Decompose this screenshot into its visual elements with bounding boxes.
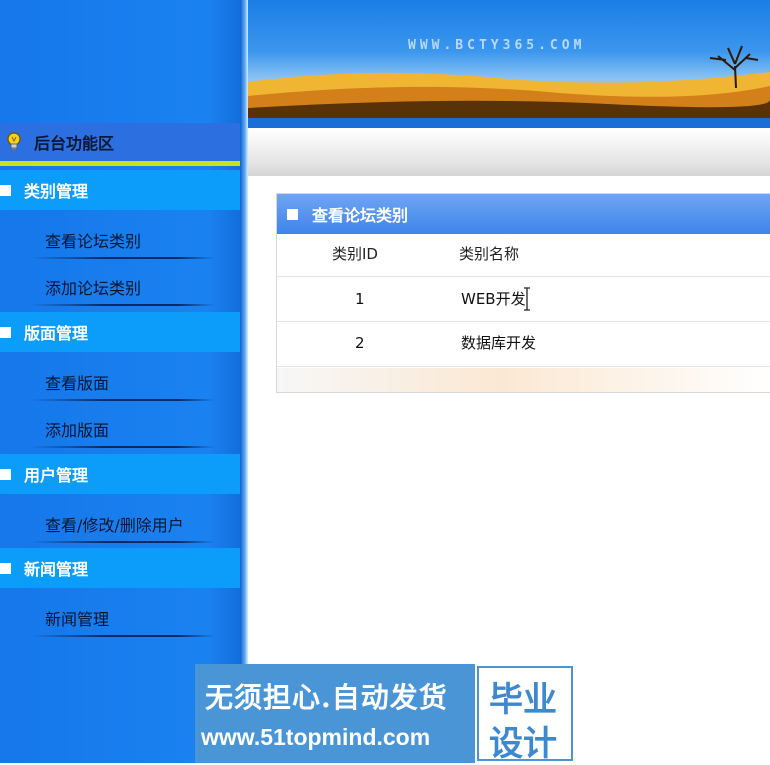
cell-category-name: WEB开发 — [461, 290, 526, 308]
sub-banner-bar — [248, 128, 770, 176]
divider — [30, 635, 215, 637]
section-label: 用户管理 — [24, 466, 89, 485]
sidebar-item-label: 添加版面 — [45, 421, 110, 440]
lightbulb-icon — [4, 132, 24, 152]
column-header-id: 类别ID — [332, 245, 378, 263]
sidebar-item-add-forum-category[interactable]: 添加论坛类别 — [0, 263, 240, 308]
cell-category-id: 1 — [355, 290, 365, 308]
divider — [30, 257, 215, 259]
cell-category-id: 2 — [355, 334, 365, 352]
sidebar-item-label: 查看论坛类别 — [45, 232, 142, 251]
sidebar-header: 后台功能区 — [0, 123, 240, 161]
divider — [30, 304, 215, 306]
panel-title: 查看论坛类别 — [312, 206, 409, 225]
sidebar-edge — [240, 0, 248, 763]
watermark-overlay: 无须担心.自动发货 www.51topmind.com 毕业 设计 — [195, 664, 575, 764]
sidebar-item-view-forum-categories[interactable]: 查看论坛类别 — [0, 216, 240, 261]
watermark-url: www.51topmind.com — [201, 724, 431, 750]
watermark-badge: 毕业 设计 — [477, 666, 573, 764]
sidebar-section-news[interactable]: 新闻管理 — [0, 548, 240, 588]
square-bullet-icon — [0, 326, 11, 338]
watermark-badge-line1: 毕业 — [489, 680, 557, 720]
watermark-banner: 无须担心.自动发货 www.51topmind.com — [195, 664, 475, 763]
sidebar-item-label: 查看版面 — [45, 374, 110, 393]
cell-category-name: 数据库开发 — [461, 334, 537, 352]
banner-bottom-bar — [248, 118, 770, 128]
watermark-slogan: 无须担心.自动发货 — [205, 681, 448, 714]
square-bullet-icon — [0, 562, 11, 574]
desert-landscape-image — [248, 45, 770, 128]
square-bullet-icon — [0, 184, 11, 196]
column-header-name: 类别名称 — [459, 245, 520, 263]
divider — [30, 399, 215, 401]
banner-url-text: WWW.BCTY365.COM — [408, 38, 586, 53]
header-banner: WWW.BCTY365.COM — [248, 0, 770, 128]
section-label: 类别管理 — [24, 182, 89, 201]
sidebar-section-category[interactable]: 类别管理 — [0, 170, 240, 210]
sidebar-item-manage-users[interactable]: 查看/修改/删除用户 — [0, 500, 240, 545]
sidebar-section-board[interactable]: 版面管理 — [0, 312, 240, 352]
section-label: 版面管理 — [24, 324, 89, 343]
text-cursor-icon — [524, 287, 530, 311]
square-bullet-icon — [287, 208, 298, 220]
panel-footer — [277, 368, 770, 392]
sidebar-item-news[interactable]: 新闻管理 — [0, 594, 240, 639]
sidebar-section-users[interactable]: 用户管理 — [0, 454, 240, 494]
square-bullet-icon — [0, 468, 11, 480]
panel-header: 查看论坛类别 — [277, 194, 770, 234]
sidebar-item-label: 新闻管理 — [45, 610, 110, 629]
sidebar-header-label: 后台功能区 — [34, 134, 115, 153]
sidebar-item-add-board[interactable]: 添加版面 — [0, 405, 240, 450]
sidebar-item-label: 查看/修改/删除用户 — [45, 516, 184, 535]
row-divider — [277, 366, 770, 367]
section-label: 新闻管理 — [24, 560, 89, 579]
sidebar-header-stripe — [0, 161, 240, 166]
divider — [30, 541, 215, 543]
sidebar-item-label: 添加论坛类别 — [45, 279, 142, 298]
watermark-badge-line2: 设计 — [489, 724, 557, 764]
sidebar-item-view-boards[interactable]: 查看版面 — [0, 358, 240, 403]
divider — [30, 446, 215, 448]
